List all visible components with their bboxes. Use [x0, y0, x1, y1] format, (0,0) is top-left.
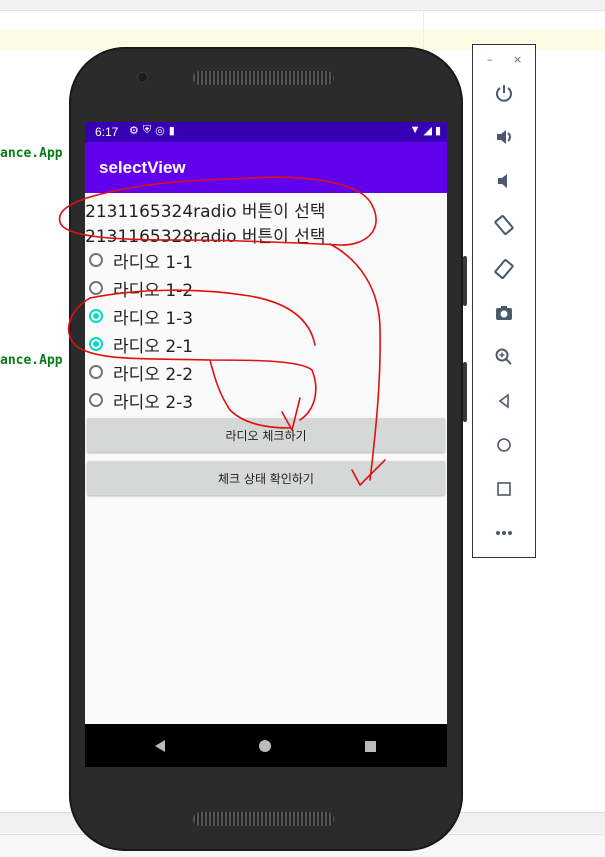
rotate-right-icon[interactable] — [490, 255, 518, 283]
status-bar: 6:17 ⚙ ⛨ ◎ ▮ ▼ ◢ ▮ — [85, 122, 447, 142]
navigation-bar — [85, 724, 447, 767]
app-bar: selectView — [85, 142, 447, 193]
radio-label: 라디오 1-1 — [113, 252, 194, 273]
camera-icon[interactable] — [490, 299, 518, 327]
volume-side-button — [463, 362, 467, 422]
bottom-speaker — [193, 812, 334, 826]
power-icon[interactable] — [490, 79, 518, 107]
selection-text: 2131165328radio 버튼이 선택 — [85, 227, 326, 247]
status-left-icons: ⚙ ⛨ ◎ ▮ — [129, 124, 175, 137]
zoom-icon[interactable] — [490, 343, 518, 371]
wifi-icon: ▼ — [409, 124, 421, 136]
power-side-button — [463, 256, 467, 306]
shield-icon: ⛨ — [142, 124, 152, 136]
radio-circle[interactable] — [89, 393, 103, 407]
radio-label: 라디오 1-3 — [113, 308, 194, 329]
radio-2-1[interactable]: 라디오 2-1 — [89, 332, 194, 357]
radio-label: 라디오 2-1 — [113, 336, 194, 357]
more-icon[interactable] — [490, 519, 518, 547]
phone-screen: 6:17 ⚙ ⛨ ◎ ▮ ▼ ◢ ▮ selectView 2131165324… — [85, 122, 447, 767]
radio-1-1[interactable]: 라디오 1-1 — [89, 248, 194, 273]
radio-2-3[interactable]: 라디오 2-3 — [89, 388, 194, 413]
check-radio-button[interactable]: 라디오 체크하기 — [87, 418, 445, 452]
radio-label: 라디오 1-2 — [113, 280, 194, 301]
ide-code-line: ance.App — [0, 146, 63, 161]
ide-code-line: ance.App — [0, 353, 63, 368]
back-icon[interactable] — [490, 387, 518, 415]
sync-icon: ◎ — [155, 125, 165, 137]
settings-icon: ⚙ — [129, 125, 139, 137]
minimize-button[interactable]: – — [487, 53, 493, 66]
radio-circle[interactable] — [89, 365, 103, 379]
radio-circle[interactable] — [89, 281, 103, 295]
radio-circle-checked[interactable] — [89, 309, 103, 323]
front-camera — [138, 73, 147, 82]
volume-up-icon[interactable] — [490, 123, 518, 151]
radio-1-2[interactable]: 라디오 1-2 — [89, 276, 194, 301]
radio-label: 라디오 2-2 — [113, 364, 194, 385]
radio-1-3[interactable]: 라디오 1-3 — [89, 304, 194, 329]
earpiece-speaker — [193, 71, 334, 85]
radio-2-2[interactable]: 라디오 2-2 — [89, 360, 194, 385]
radio-label: 라디오 2-3 — [113, 392, 194, 413]
sd-card-icon: ▮ — [168, 125, 175, 137]
radio-circle[interactable] — [89, 253, 103, 267]
home-icon[interactable] — [490, 431, 518, 459]
status-right-icons: ▼ ◢ ▮ — [410, 124, 441, 137]
nav-recent-icon[interactable] — [365, 741, 376, 752]
close-button[interactable]: × — [513, 53, 522, 66]
battery-icon: ▮ — [434, 125, 441, 137]
check-state-button[interactable]: 체크 상태 확인하기 — [87, 461, 445, 495]
ide-top-bar — [0, 0, 605, 11]
selection-text: 2131165324radio 버튼이 선택 — [85, 202, 326, 222]
status-time: 6:17 — [95, 125, 119, 139]
radio-circle-checked[interactable] — [89, 337, 103, 351]
volume-down-icon[interactable] — [490, 167, 518, 195]
emulator-toolbar-header: – × — [473, 53, 535, 67]
overview-icon[interactable] — [490, 475, 518, 503]
app-title: selectView — [99, 158, 186, 177]
nav-back-icon[interactable] — [155, 740, 165, 752]
emulator-toolbar: – × — [472, 44, 536, 558]
rotate-left-icon[interactable] — [490, 211, 518, 239]
signal-icon: ◢ — [423, 125, 432, 137]
nav-home-icon[interactable] — [259, 740, 271, 752]
